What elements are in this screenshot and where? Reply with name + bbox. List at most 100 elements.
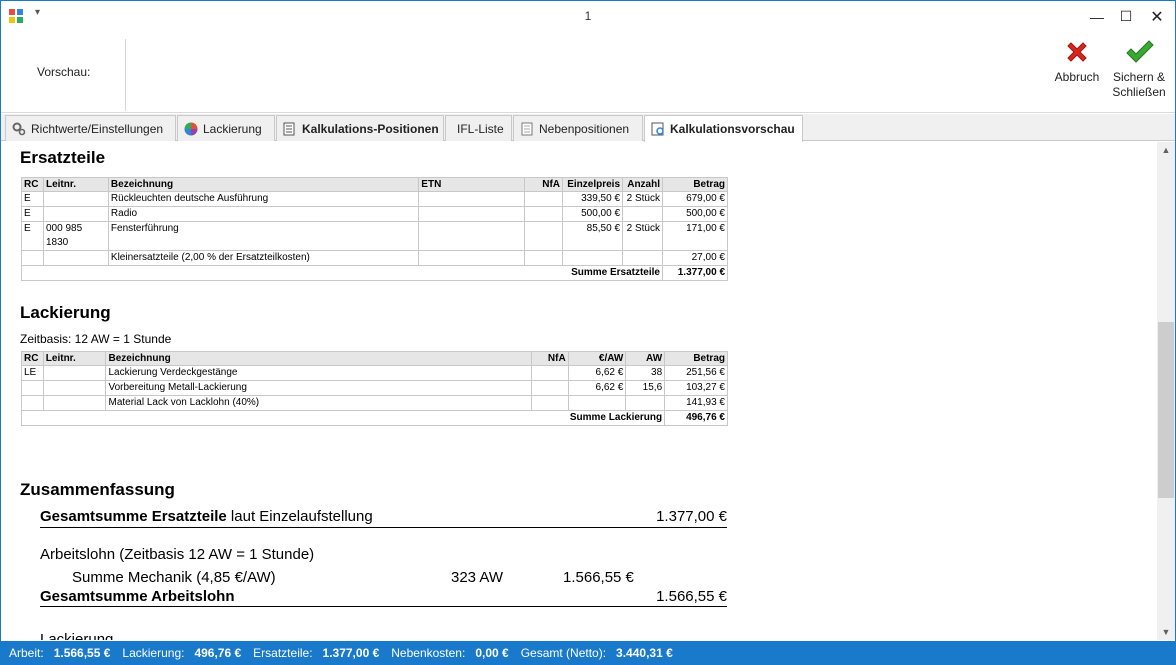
table-sum-row: Summe Ersatzteile 1.377,00 € — [21, 265, 728, 281]
cell-leitnr — [42, 395, 107, 411]
scroll-thumb[interactable] — [1158, 322, 1174, 498]
table-sum-row: Summe Lackierung 496,76 € — [20, 410, 728, 426]
col-einzelpreis: Einzelpreis — [562, 177, 624, 192]
cell-bezeichnung: Lackierung Verdeckgestänge — [105, 365, 532, 381]
cell-nfa — [524, 221, 564, 251]
cell-rc: E — [21, 191, 44, 207]
cell-anzahl: 2 Stück — [622, 191, 663, 207]
col-leitnr: Leitnr. — [42, 177, 109, 192]
col-leitnr: Leitnr. — [42, 351, 107, 366]
title-bar: ▾ 1 — ☐ ✕ — [1, 1, 1175, 32]
cell-bezeichnung: Material Lack von Lacklohn (40%) — [105, 395, 532, 411]
ersatzteile-table: RC Leitnr. Bezeichnung ETN NfA Einzelpre… — [21, 177, 728, 281]
maximize-button[interactable]: ☐ — [1111, 1, 1141, 32]
tab-kalkulations-positionen-label: Kalkulations-Positionen — [302, 121, 439, 136]
save-label-line1: Sichern & — [1112, 70, 1166, 84]
sum-value: 496,76 € — [664, 410, 728, 426]
col-bezeichnung: Bezeichnung — [105, 351, 532, 366]
col-betrag: Betrag — [664, 351, 728, 366]
tab-kalkulations-positionen[interactable]: Kalkulations-Positionen — [276, 115, 444, 141]
mechanik-value: 1.566,55 € — [563, 569, 634, 586]
col-eur-aw: €/AW — [567, 351, 627, 366]
gesamtsumme-ersatzteile-label: Gesamtsumme Ersatzteile — [40, 508, 227, 525]
cell-eur-aw: 6,62 € — [567, 365, 627, 381]
gesamtsumme-arbeitslohn-line: Gesamtsumme Arbeitslohn 1.566,55 € — [40, 588, 727, 607]
col-etn: ETN — [418, 177, 526, 192]
cell-betrag: 679,00 € — [662, 191, 728, 207]
status-gesamt-value: 3.440,31 € — [616, 646, 673, 660]
cell-leitnr: 000 985 1830 — [42, 221, 109, 251]
checkmark-icon — [1126, 40, 1154, 63]
col-rc: RC — [21, 351, 44, 366]
cell-nfa — [524, 191, 564, 207]
cell-aw: 38 — [625, 365, 666, 381]
tab-lackierung-label: Lackierung — [203, 121, 262, 136]
window-title: 1 — [584, 9, 592, 23]
cell-eur-aw: 6,62 € — [567, 380, 627, 396]
cell-nfa — [530, 395, 569, 411]
minimize-button[interactable]: — — [1082, 1, 1112, 32]
close-button[interactable]: ✕ — [1142, 1, 1172, 32]
cell-nfa — [530, 380, 569, 396]
tab-ifl-liste[interactable]: IFL-Liste — [445, 115, 512, 141]
tab-lackierung[interactable]: Lackierung — [177, 115, 275, 141]
cell-betrag: 103,27 € — [664, 380, 728, 396]
lackierung-heading: Lackierung — [20, 303, 111, 322]
cell-leitnr — [42, 250, 109, 266]
ribbon-separator — [125, 39, 126, 111]
cell-einzelpreis: 500,00 € — [562, 206, 624, 222]
table-header-row: RC Leitnr. Bezeichnung NfA €/AW AW Betra… — [21, 351, 728, 366]
save-close-button[interactable]: Sichern & Schließen — [1109, 38, 1169, 100]
tab-kalkulationsvorschau[interactable]: Kalkulationsvorschau — [644, 115, 803, 142]
cell-rc — [21, 395, 44, 411]
tab-strip: Richtwerte/Einstellungen Lackierung Kalk… — [1, 114, 1175, 142]
table-row: Material Lack von Lacklohn (40%) 141,93 … — [21, 395, 728, 411]
cancel-button[interactable]: Abbruch — [1051, 38, 1103, 85]
lackierung-summary-label: Lackierung — [40, 631, 114, 640]
cell-bezeichnung: Fensterführung — [107, 221, 420, 251]
status-nebenkosten-value: 0,00 € — [475, 646, 509, 660]
status-lackierung-label: Lackierung: — [122, 646, 185, 660]
scroll-down-icon[interactable]: ▼ — [1157, 624, 1175, 640]
status-arbeit-label: Arbeit: — [9, 646, 44, 660]
status-arbeit-value: 1.566,55 € — [53, 646, 111, 660]
cell-leitnr — [42, 206, 109, 222]
tab-nebenpositionen[interactable]: Nebenpositionen — [513, 115, 643, 141]
col-rc: RC — [21, 177, 44, 192]
col-betrag: Betrag — [662, 177, 728, 192]
cell-rc: E — [21, 221, 44, 251]
cancel-x-icon — [1067, 42, 1087, 62]
status-gesamt-label: Gesamt (Netto): — [520, 646, 607, 660]
cell-aw — [625, 395, 666, 411]
cancel-label: Abbruch — [1054, 70, 1100, 84]
save-label-line2: Schließen — [1112, 85, 1166, 99]
gesamtsumme-arbeitslohn-value: 1.566,55 € — [656, 588, 727, 605]
cell-betrag: 171,00 € — [662, 221, 728, 251]
cell-leitnr — [42, 365, 107, 381]
ersatzteile-heading: Ersatzteile — [20, 148, 106, 167]
sum-label: Summe Lackierung — [20, 410, 666, 426]
cell-betrag: 500,00 € — [662, 206, 728, 222]
cell-betrag: 27,00 € — [662, 250, 728, 266]
preview-label: Vorschau: — [37, 65, 91, 79]
gesamtsumme-ersatzteile-value: 1.377,00 € — [656, 508, 727, 525]
preview-document: Ersatzteile RC Leitnr. Bezeichnung ETN N… — [2, 142, 1157, 640]
tab-ifl-liste-label: IFL-Liste — [457, 121, 504, 136]
sum-label: Summe Ersatzteile — [21, 265, 663, 281]
cell-betrag: 141,93 € — [664, 395, 728, 411]
cell-nfa — [530, 365, 569, 381]
tab-richtwerte-label: Richtwerte/Einstellungen — [31, 121, 164, 136]
table-row: LE Lackierung Verdeckgestänge 6,62 € 38 … — [21, 365, 728, 381]
sum-value: 1.377,00 € — [662, 265, 728, 281]
vertical-scrollbar[interactable]: ▲ ▼ — [1157, 142, 1175, 640]
tab-richtwerte[interactable]: Richtwerte/Einstellungen — [5, 115, 176, 141]
scroll-up-icon[interactable]: ▲ — [1157, 142, 1175, 158]
cell-bezeichnung: Rückleuchten deutsche Ausführung — [107, 191, 420, 207]
zusammenfassung-heading: Zusammenfassung — [20, 480, 175, 499]
table-row: E 000 985 1830 Fensterführung 85,50 € 2 … — [21, 221, 728, 251]
table-row: Kleinersatzteile (2,00 % der Ersatzteilk… — [21, 250, 728, 266]
gesamtsumme-arbeitslohn-label: Gesamtsumme Arbeitslohn — [40, 588, 235, 605]
arbeitslohn-label: Arbeitslohn (Zeitbasis 12 AW = 1 Stunde) — [40, 546, 315, 563]
table-header-row: RC Leitnr. Bezeichnung ETN NfA Einzelpre… — [21, 177, 728, 192]
list-edit-icon — [283, 122, 295, 135]
